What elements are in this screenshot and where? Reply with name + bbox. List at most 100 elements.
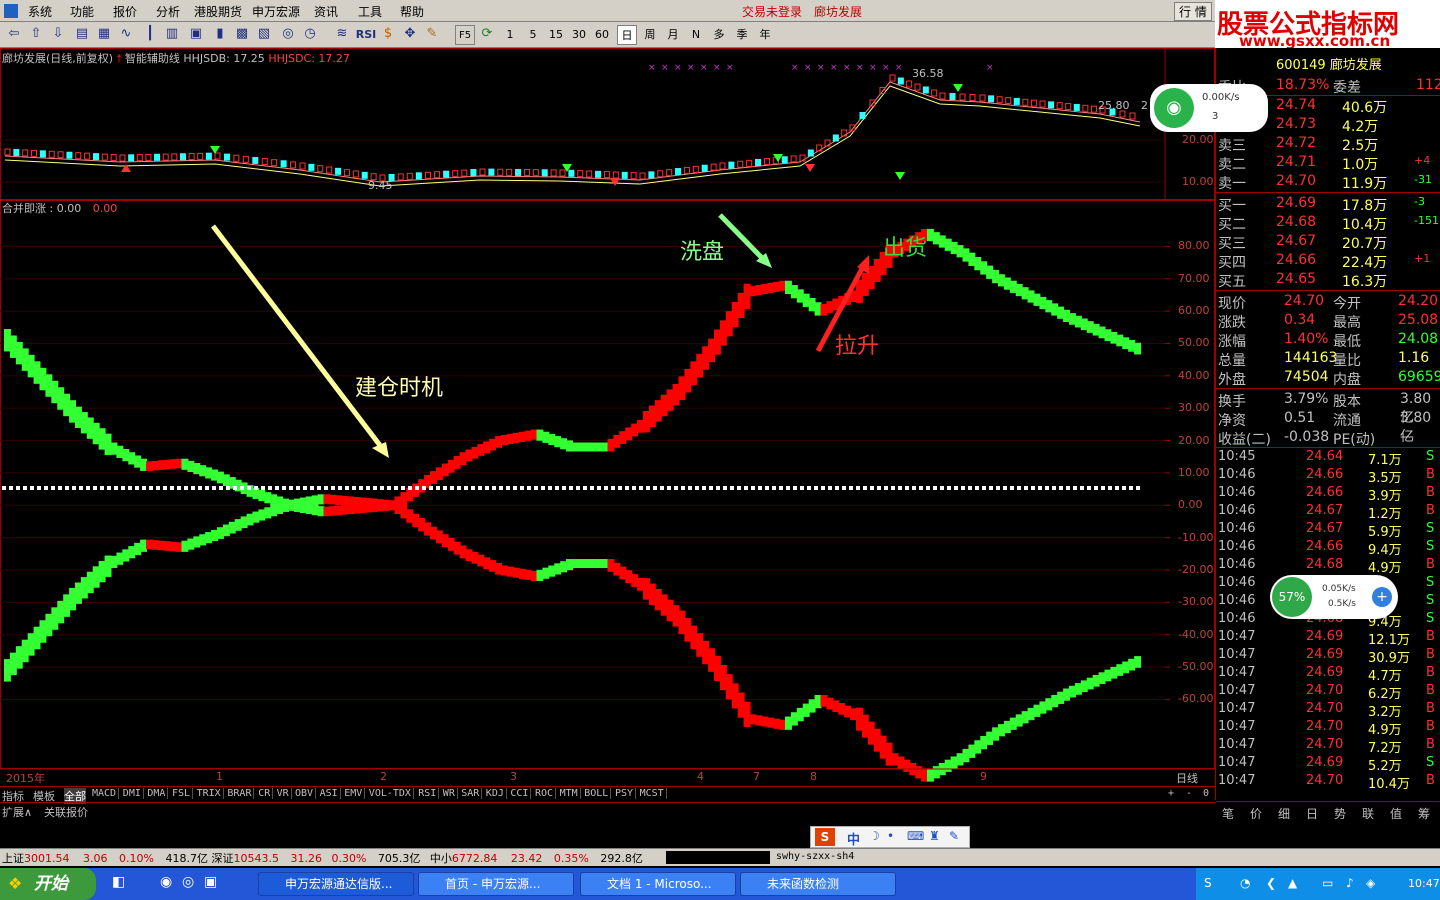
period-15[interactable]: 15 xyxy=(546,25,566,45)
chart-area[interactable]: × × × × × × × × × × × × × × × × × xyxy=(0,48,1215,786)
back-arrow-icon[interactable]: ⇦ xyxy=(6,26,22,42)
moon-icon[interactable]: ☽ xyxy=(869,829,880,843)
fiz-icon[interactable]: ▧ xyxy=(256,26,272,42)
quicklaunch-icon-1[interactable]: ◧ xyxy=(112,874,125,890)
tab-indicator-roc[interactable]: ROC xyxy=(535,788,557,799)
ime-toolbar[interactable]: S 中 ☽ • ⌨ ♜ ✎ xyxy=(810,826,970,848)
tab-indicator-emv[interactable]: EMV xyxy=(344,788,366,799)
tab-indicator-brar[interactable]: BRAR xyxy=(227,788,255,799)
related-quote-tab[interactable]: 关联报价 xyxy=(44,804,88,820)
tab-indicator-wr[interactable]: WR xyxy=(443,788,458,799)
task-homepage[interactable]: 首页 - 申万宏源... xyxy=(418,872,574,896)
period-year[interactable]: 年 xyxy=(755,25,775,45)
menu-hk-futures[interactable]: 港股期货 xyxy=(194,3,242,20)
document-icon[interactable]: ▤ xyxy=(74,26,90,42)
period-1[interactable]: 1 xyxy=(500,25,520,45)
zoom-out-button[interactable]: - xyxy=(1186,788,1192,799)
tab-indicator-dma[interactable]: DMA xyxy=(147,788,169,799)
ime-mode[interactable]: 中 xyxy=(847,829,860,848)
menu-system[interactable]: 系统 xyxy=(28,3,52,20)
pencil-icon[interactable]: ✎ xyxy=(424,26,440,42)
quicklaunch-icon-4[interactable]: ▣ xyxy=(204,874,217,890)
quicklaunch-icon-3[interactable]: ◎ xyxy=(182,874,194,890)
up-arrow-icon[interactable]: ⇧ xyxy=(28,26,44,42)
task-future-function[interactable]: 未来函数检测 xyxy=(740,872,896,896)
tab-indicator-fsl[interactable]: FSL xyxy=(172,788,194,799)
task-document[interactable]: 文档 1 - Microso... xyxy=(580,872,736,896)
bars-icon[interactable]: ▮ xyxy=(212,26,228,42)
clock-icon[interactable]: ◷ xyxy=(302,26,318,42)
tab-indicator-boll[interactable]: BOLL xyxy=(584,788,612,799)
money-icon[interactable]: $ xyxy=(380,26,396,42)
tray-security-icon[interactable]: ◈ xyxy=(1366,876,1375,890)
tab-indicator-kdj[interactable]: KDJ xyxy=(486,788,507,799)
tray-monitor-icon[interactable]: ▭ xyxy=(1322,876,1333,890)
tab-indicator-obv[interactable]: OBV xyxy=(295,788,317,799)
period-week[interactable]: 周 xyxy=(640,25,660,45)
period-5[interactable]: 5 xyxy=(523,25,543,45)
tray-speaker-icon[interactable]: ♪ xyxy=(1346,876,1354,890)
tray-sogou-icon[interactable]: S xyxy=(1204,876,1212,890)
wave-icon[interactable]: ◎ xyxy=(280,26,296,42)
tab-indicator-rsi[interactable]: RSI xyxy=(418,788,440,799)
menu-swhy[interactable]: 申万宏源 xyxy=(252,3,300,20)
chart-icon[interactable]: ≋ xyxy=(334,26,350,42)
quote-toggle-button[interactable]: 行 情 xyxy=(1174,2,1212,21)
punct-icon[interactable]: • xyxy=(887,829,894,843)
tray-wifi-icon[interactable]: ◔ xyxy=(1240,876,1250,890)
down-arrow-icon[interactable]: ⇩ xyxy=(50,26,66,42)
candle-icon[interactable]: ┃ xyxy=(142,26,158,42)
line-chart-icon[interactable]: ∿ xyxy=(118,26,134,42)
grid-icon[interactable]: ▦ xyxy=(96,26,112,42)
tab-indicator-vol-tdx[interactable]: VOL-TDX xyxy=(369,788,414,799)
menu-analysis[interactable]: 分析 xyxy=(156,3,180,20)
quote-tab-2[interactable]: 细 xyxy=(1278,805,1290,822)
tab-indicator-mcst[interactable]: MCST xyxy=(640,788,667,799)
keyboard-icon[interactable]: ⌨ xyxy=(907,829,924,843)
period-multi[interactable]: 多 xyxy=(709,25,729,45)
tab-indicator-macd[interactable]: MACD xyxy=(92,788,120,799)
move-icon[interactable]: ✥ xyxy=(402,26,418,42)
tab-indicator-dmi[interactable]: DMI xyxy=(123,788,144,799)
wrench-icon[interactable]: ✎ xyxy=(949,829,959,843)
quote-tab-5[interactable]: 联 xyxy=(1362,805,1374,822)
quote-tab-7[interactable]: 筹 xyxy=(1418,805,1430,822)
boost-icon[interactable]: + xyxy=(1372,587,1392,607)
tray-network-icon[interactable]: ▲ xyxy=(1288,876,1297,890)
ext-button[interactable]: 扩展∧ xyxy=(2,804,32,820)
menu-help[interactable]: 帮助 xyxy=(400,3,424,20)
tab-indicator-trix[interactable]: TRIX xyxy=(197,788,224,799)
quote-tab-6[interactable]: 值 xyxy=(1390,805,1402,822)
quote-tab-3[interactable]: 日 xyxy=(1306,805,1318,822)
table-icon[interactable]: ▥ xyxy=(164,26,180,42)
period-30[interactable]: 30 xyxy=(569,25,589,45)
refresh-icon[interactable]: ⟳ xyxy=(479,26,495,42)
period-quarter[interactable]: 季 xyxy=(732,25,752,45)
calendar-icon[interactable]: ▩ xyxy=(234,26,250,42)
tab-indicator-cci[interactable]: CCI xyxy=(510,788,532,799)
sogou-icon[interactable]: S xyxy=(815,828,835,846)
fin-icon[interactable]: ▣ xyxy=(188,26,204,42)
tray-arrow-icon[interactable]: ❮ xyxy=(1266,876,1276,890)
quote-tab-1[interactable]: 价 xyxy=(1250,805,1262,822)
memory-widget[interactable]: 57% 0.05K/s 0.5K/s + xyxy=(1270,575,1398,619)
menu-function[interactable]: 功能 xyxy=(70,3,94,20)
period-day[interactable]: 日 xyxy=(617,25,637,45)
tab-indicator-psy[interactable]: PSY xyxy=(615,788,637,799)
tab-indicator-sar[interactable]: SAR xyxy=(461,788,483,799)
tab-indicator-vr[interactable]: VR xyxy=(277,788,292,799)
tab-indicator-mtm[interactable]: MTM xyxy=(560,788,581,799)
period-n[interactable]: N xyxy=(686,25,706,45)
menu-tools[interactable]: 工具 xyxy=(358,3,382,20)
tab-indicator-asi[interactable]: ASI xyxy=(320,788,341,799)
period-60[interactable]: 60 xyxy=(592,25,612,45)
tab-indicator-cr[interactable]: CR xyxy=(258,788,274,799)
menu-quote[interactable]: 报价 xyxy=(113,3,137,20)
shirt-icon[interactable]: ♜ xyxy=(929,829,940,843)
quote-tab-4[interactable]: 势 xyxy=(1334,805,1346,822)
network-speed-widget[interactable]: ◉ 0.00K/s 3 xyxy=(1150,84,1268,132)
task-swhy[interactable]: 申万宏源通达信版... xyxy=(258,872,414,896)
zoom-in-button[interactable]: + xyxy=(1168,788,1174,799)
quicklaunch-icon-2[interactable]: ◉ xyxy=(160,874,172,890)
rsi-button[interactable]: RSI xyxy=(355,25,377,45)
